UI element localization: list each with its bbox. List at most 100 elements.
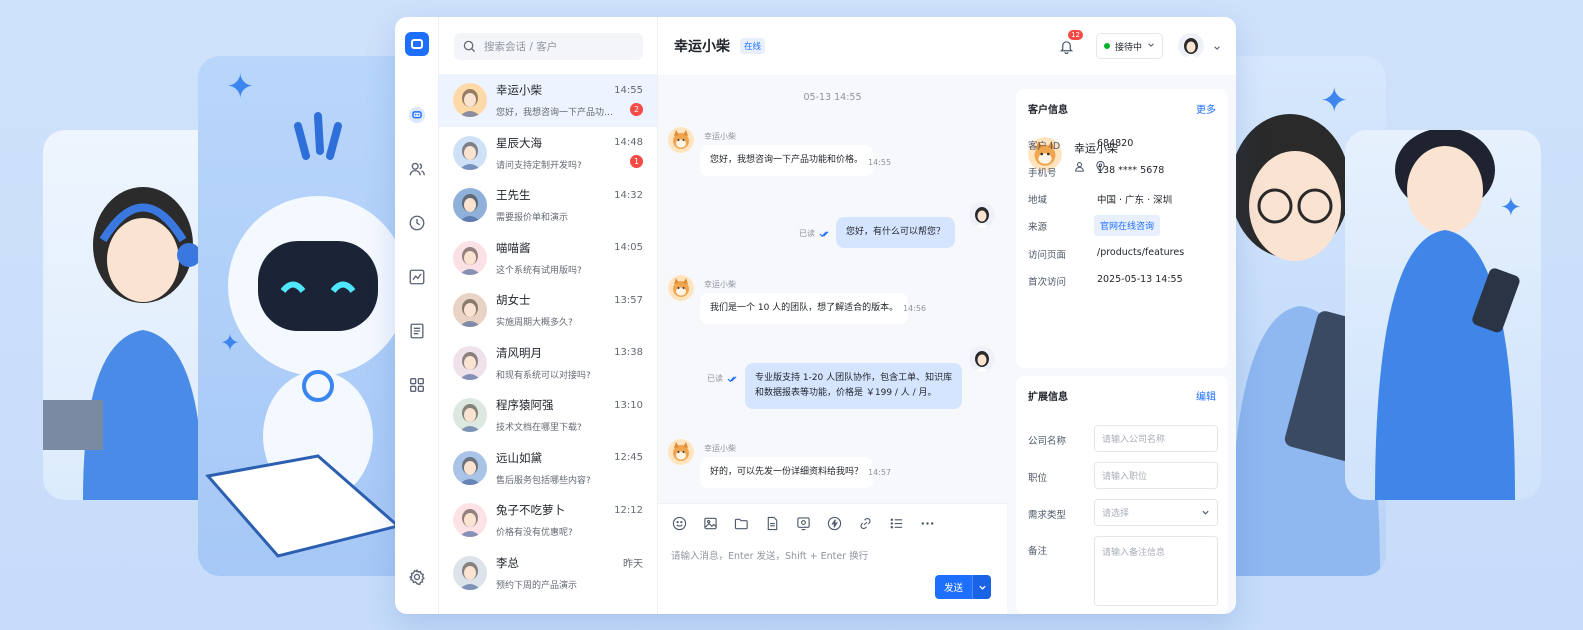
contact-avatar bbox=[453, 345, 487, 380]
agent-avatar[interactable] bbox=[969, 202, 995, 228]
chat-icon[interactable] bbox=[405, 103, 429, 127]
agent-avatar[interactable] bbox=[969, 346, 995, 372]
tickets-list-icon[interactable] bbox=[405, 319, 429, 343]
requirement-type-label: 需求类型 bbox=[1028, 510, 1067, 521]
conversation-time: 14:32 bbox=[614, 189, 643, 201]
conversation-name: 王先生 bbox=[496, 188, 531, 203]
search-placeholder: 搜索会话 / 客户 bbox=[484, 41, 558, 53]
conversation-item[interactable]: 兔子不吃萝卜 12:12 价格有没有优惠呢? bbox=[439, 494, 657, 547]
read-receipt: 已读 bbox=[707, 373, 738, 384]
customer-field-value: 138 **** 5678 bbox=[1097, 165, 1165, 176]
message-bubble-outgoing: 专业版支持 1-20 人团队协作，包含工单、知识库 和数据报表等功能，价格是 ￥… bbox=[745, 363, 963, 409]
apps-grid-icon[interactable] bbox=[405, 373, 429, 397]
company-name-label: 公司名称 bbox=[1028, 436, 1067, 447]
message-sender: 幸运小柴 bbox=[704, 132, 736, 141]
search-input[interactable]: 搜索会话 / 客户 bbox=[454, 33, 643, 60]
emoji-icon[interactable] bbox=[671, 515, 687, 531]
conversation-time: 昨天 bbox=[623, 559, 643, 571]
notification-count-badge: 12 bbox=[1068, 30, 1083, 40]
unread-badge: 2 bbox=[630, 102, 643, 116]
online-dot-icon bbox=[1103, 43, 1110, 49]
conversation-time: 13:10 bbox=[614, 399, 643, 411]
conversation-name: 李总 bbox=[496, 555, 519, 570]
contact-avatar bbox=[453, 503, 487, 538]
customer-avatar[interactable] bbox=[668, 127, 694, 153]
link-icon[interactable] bbox=[857, 515, 873, 531]
customer-field-value: 684820 bbox=[1097, 138, 1134, 149]
history-clock-icon[interactable] bbox=[405, 211, 429, 235]
notification-bell-icon[interactable]: 12 bbox=[1057, 30, 1083, 56]
customer-field-value: /products/features bbox=[1097, 247, 1185, 258]
message-composer: 请输入消息，Enter 发送，Shift + Enter 换行 发送 bbox=[658, 503, 1007, 614]
quick-reply-icon[interactable] bbox=[826, 515, 842, 531]
extended-info-card: 扩展信息 编辑 公司名称 请输入公司名称 职位 请输入职位 需求类型 请选择 备… bbox=[1016, 376, 1228, 614]
notes-label: 备注 bbox=[1028, 546, 1048, 557]
top-bar: 12 接待中 bbox=[1007, 17, 1236, 75]
send-button[interactable]: 发送 bbox=[935, 575, 972, 599]
contact-avatar bbox=[453, 240, 487, 275]
conversation-name: 远山如黛 bbox=[496, 450, 542, 465]
more-icon[interactable] bbox=[919, 515, 935, 531]
extended-info-title: 扩展信息 bbox=[1028, 392, 1068, 403]
app-logo[interactable] bbox=[404, 32, 429, 56]
conversation-item[interactable]: 程序猿阿强 13:10 技术文档在哪里下载? bbox=[439, 389, 657, 442]
analytics-chart-icon[interactable] bbox=[405, 265, 429, 289]
job-title-field[interactable]: 请输入职位 bbox=[1094, 462, 1218, 489]
customer-field-label: 手机号 bbox=[1028, 168, 1057, 179]
customer-field-value: 2025-05-13 14:55 bbox=[1097, 274, 1183, 285]
source-tag: 官网在线咨询 bbox=[1094, 215, 1161, 236]
customers-icon[interactable] bbox=[405, 157, 429, 181]
conversation-item[interactable]: 幸运小柴 14:55 您好，我想咨询一下产品功能... 2 bbox=[439, 74, 657, 127]
agent-status-dropdown[interactable]: 接待中 bbox=[1095, 33, 1163, 59]
conversation-item[interactable]: 清风明月 13:38 和现有系统可以对接吗? bbox=[439, 337, 657, 390]
nav-rail bbox=[395, 17, 439, 614]
chat-panel: 幸运小柴 在线 05-13 14:55 幸运小柴 您好，我想咨询一下产品功能和价… bbox=[658, 17, 1007, 614]
folder-icon[interactable] bbox=[733, 515, 749, 531]
conversation-time: 12:12 bbox=[614, 504, 643, 516]
more-link[interactable]: 更多 bbox=[1196, 101, 1216, 116]
contact-avatar bbox=[453, 555, 487, 590]
edit-link[interactable]: 编辑 bbox=[1196, 388, 1216, 403]
conversation-preview: 请问支持定制开发吗? bbox=[496, 160, 582, 171]
customer-info-card: 客户信息 更多 幸运小柴 客户 ID 684820 手机号 138 **** 5678… bbox=[1016, 89, 1228, 368]
customer-field-label: 客户 ID bbox=[1028, 141, 1061, 152]
read-receipt: 已读 bbox=[799, 228, 830, 239]
conversation-item[interactable]: 喵喵酱 14:05 这个系统有试用版吗? bbox=[439, 232, 657, 285]
conversation-item[interactable]: 王先生 14:32 需要报价单和演示 bbox=[439, 179, 657, 232]
agent-status-label: 接待中 bbox=[1114, 42, 1142, 53]
message-time: 14:57 bbox=[868, 468, 892, 477]
conversation-item[interactable]: 李总 昨天 预约下周的产品演示 bbox=[439, 547, 657, 600]
conversation-time: 14:48 bbox=[614, 137, 643, 149]
notes-textarea[interactable]: 请输入备注信息 bbox=[1094, 536, 1218, 606]
conversation-time: 14:55 bbox=[614, 84, 643, 96]
company-name-field[interactable]: 请输入公司名称 bbox=[1094, 425, 1218, 452]
image-icon[interactable] bbox=[702, 515, 718, 531]
conversation-item[interactable]: 胡女士 13:57 实施周期大概多久? bbox=[439, 284, 657, 337]
settings-gear-icon[interactable] bbox=[405, 565, 429, 589]
conversation-list-panel: 搜索会话 / 客户 幸运小柴 14:55 您好，我想咨询一下产品功能... 2 … bbox=[439, 17, 658, 614]
list-icon[interactable] bbox=[888, 515, 904, 531]
conversation-preview: 和现有系统可以对接吗? bbox=[496, 370, 591, 381]
chevron-down-icon[interactable] bbox=[1213, 37, 1221, 56]
user-avatar[interactable] bbox=[1178, 33, 1204, 59]
send-options-dropdown[interactable] bbox=[972, 575, 991, 599]
message-bubble-outgoing: 您好，有什么可以帮您？ bbox=[836, 217, 956, 248]
customer-avatar[interactable] bbox=[668, 275, 694, 301]
document-icon[interactable] bbox=[764, 515, 780, 531]
message-time: 14:55 bbox=[868, 158, 892, 167]
sparkle-icon: ✦ bbox=[220, 329, 241, 357]
profile-icon[interactable] bbox=[1074, 161, 1085, 172]
contact-avatar bbox=[453, 135, 487, 170]
chat-title: 幸运小柴 bbox=[674, 39, 730, 55]
conversation-name: 胡女士 bbox=[496, 293, 531, 308]
requirement-type-select[interactable]: 请选择 bbox=[1094, 499, 1218, 526]
conversation-item[interactable]: 远山如黛 12:45 售后服务包括哪些内容? bbox=[439, 442, 657, 495]
message-input[interactable]: 请输入消息，Enter 发送，Shift + Enter 换行 bbox=[671, 548, 868, 562]
conversation-preview: 实施周期大概多久? bbox=[496, 318, 573, 329]
app-window: 搜索会话 / 客户 幸运小柴 14:55 您好，我想咨询一下产品功能... 2 … bbox=[395, 17, 1236, 614]
customer-avatar[interactable] bbox=[668, 439, 694, 465]
conversation-item[interactable]: 星辰大海 14:48 请问支持定制开发吗? 1 bbox=[439, 127, 657, 180]
conversation-name: 星辰大海 bbox=[496, 135, 542, 150]
screenshot-icon[interactable] bbox=[795, 515, 811, 531]
online-status-badge: 在线 bbox=[740, 38, 766, 54]
